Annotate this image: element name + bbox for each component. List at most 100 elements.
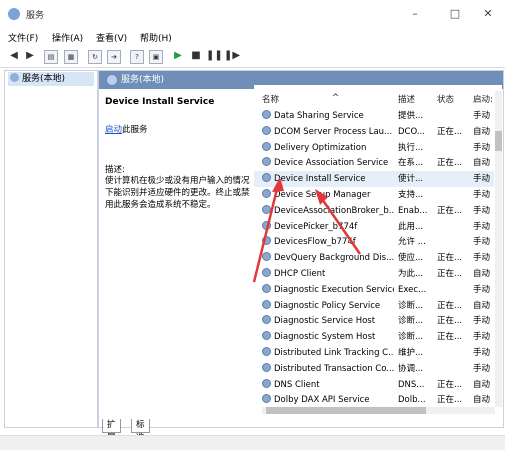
vertical-scroll-thumb[interactable]: [495, 131, 502, 151]
back-icon[interactable]: ◀: [6, 48, 22, 64]
menu-help[interactable]: 帮助(H): [140, 31, 172, 44]
service-row[interactable]: Diagnostic Service Host 诊断... 正在... 手动: [254, 313, 494, 329]
service-row[interactable]: DCOM Server Process Lau... DCO... 正在... 自动: [254, 124, 494, 140]
service-row[interactable]: Distributed Link Tracking C... 维护... 手动: [254, 345, 494, 361]
horizontal-scrollbar[interactable]: [262, 407, 495, 414]
service-row-startup: 手动: [473, 221, 491, 232]
service-row-name: DCOM Server Process Lau...: [262, 124, 394, 140]
service-details: Device Install Service 启动此服务 描述: 使计算机在极少…: [105, 97, 253, 210]
service-row-name: Diagnostic Policy Service: [262, 298, 394, 314]
service-name-text: DevicesFlow_b774f: [274, 237, 356, 248]
tree-node-services-local[interactable]: 服务(本地): [8, 72, 94, 86]
service-row-description: 在系...: [398, 158, 424, 169]
service-row[interactable]: DevicePicker_b774f 此用... 手动: [254, 219, 494, 235]
stop-service-icon[interactable]: ■: [188, 48, 204, 64]
service-row-startup: 自动: [473, 379, 491, 390]
service-row-description: Enab...: [398, 205, 428, 216]
service-gear-icon: [262, 283, 271, 293]
service-row[interactable]: DNS Client DNS... 正在... 自动: [254, 377, 494, 393]
service-row-name: Diagnostic Service Host: [262, 313, 394, 329]
service-row-startup: 手动: [473, 348, 491, 358]
tab-standard[interactable]: 标准: [131, 419, 150, 443]
column-status[interactable]: 状态: [437, 93, 454, 105]
service-gear-icon: [262, 268, 271, 277]
service-row-name: Diagnostic System Host: [262, 329, 394, 345]
service-row[interactable]: DeviceAssociationBroker_b... Enab... 正在...…: [254, 203, 494, 219]
service-gear-icon: [262, 331, 271, 341]
export-icon[interactable]: ➔: [107, 50, 121, 64]
service-row[interactable]: DevicesFlow_b774f 允许 ... 手动: [254, 234, 494, 250]
properties-icon[interactable]: ▣: [149, 50, 163, 64]
refresh-icon[interactable]: ↻: [88, 50, 102, 64]
maximize-button[interactable]: □: [445, 6, 465, 22]
service-row-description: 此用...: [398, 221, 424, 232]
service-row-description: 允许 ...: [398, 237, 426, 248]
panel-header-label: 服务(本地): [121, 75, 165, 85]
service-row-description: DCO...: [398, 126, 425, 137]
service-row[interactable]: Diagnostic System Host 诊断... 正在... 手动: [254, 329, 494, 345]
service-row-description: 使计...: [398, 174, 424, 185]
show-tree-icon[interactable]: ▤: [44, 50, 58, 64]
window-title: 服务: [26, 11, 45, 21]
service-name-text: Delivery Optimization: [274, 142, 367, 153]
service-row-name: DHCP Client: [262, 266, 394, 282]
service-gear-icon: [262, 125, 271, 135]
service-row[interactable]: Diagnostic Execution Service Exec... 手动: [254, 282, 494, 298]
menu-file[interactable]: 文件(F): [8, 31, 38, 44]
start-service-icon[interactable]: ▶: [170, 48, 186, 64]
help-icon[interactable]: ?: [130, 50, 144, 64]
service-gear-icon: [262, 204, 271, 214]
tab-extended[interactable]: 扩展: [102, 419, 121, 443]
service-row-description: 为此...: [398, 269, 424, 279]
minimize-button[interactable]: –: [405, 6, 425, 22]
service-row-startup: 手动: [473, 111, 491, 121]
service-gear-icon: [262, 236, 271, 246]
service-row-name: Delivery Optimization: [262, 140, 394, 156]
restart-service-icon[interactable]: ❚▶: [224, 48, 240, 64]
service-row-startup: 手动: [473, 174, 491, 185]
service-row[interactable]: Device Association Service 在系... 正在... 自动: [254, 155, 494, 171]
vertical-scrollbar[interactable]: [495, 91, 502, 407]
service-gear-icon: [262, 252, 271, 262]
service-row[interactable]: Device Setup Manager 支持... 手动: [254, 187, 494, 203]
service-row-status: 正在...: [437, 205, 463, 216]
service-row-name: Distributed Transaction Co...: [262, 361, 394, 377]
column-description[interactable]: 描述: [398, 93, 415, 105]
service-row-status: 正在...: [437, 395, 463, 406]
start-service-link[interactable]: 启动: [105, 125, 122, 135]
forward-icon[interactable]: ▶: [22, 48, 38, 64]
services-icon: [107, 75, 117, 85]
service-row-startup: 自动: [473, 126, 491, 137]
menu-action[interactable]: 操作(A): [52, 31, 83, 44]
service-gear-icon: [262, 220, 271, 230]
description-text: 使计算机在极少或没有用户输入的情况下能识别并适应硬件的更改。终止或禁用此服务会造…: [105, 176, 250, 210]
service-row[interactable]: Delivery Optimization 执行... 手动: [254, 140, 494, 156]
service-gear-icon: [262, 347, 271, 356]
service-name-text: Diagnostic System Host: [274, 332, 376, 343]
close-button[interactable]: ✕: [478, 6, 498, 22]
service-row[interactable]: DevQuery Background Dis... 使应... 正在... 手动: [254, 250, 494, 266]
service-gear-icon: [262, 394, 271, 404]
service-name-text: Dolby DAX API Service: [274, 395, 370, 406]
horizontal-scroll-thumb[interactable]: [266, 407, 426, 414]
details-icon[interactable]: ▦: [64, 50, 78, 64]
service-gear-icon: [262, 362, 271, 372]
service-row-description: 诊断...: [398, 316, 424, 327]
service-row[interactable]: Distributed Transaction Co... 协调... 手动: [254, 361, 494, 377]
column-startup-type[interactable]: 启动:: [473, 93, 493, 105]
pause-service-icon[interactable]: ❚❚: [206, 48, 223, 64]
service-row[interactable]: Device Install Service 使计... 手动: [254, 171, 494, 188]
service-row-name: DevicePicker_b774f: [262, 219, 394, 235]
menu-view[interactable]: 查看(V): [96, 31, 127, 44]
service-row-status: 正在...: [437, 126, 463, 137]
service-row[interactable]: Diagnostic Policy Service 诊断... 正在... 自动: [254, 298, 494, 314]
service-row-description: 使应...: [398, 253, 424, 264]
service-row-startup: 自动: [473, 269, 491, 279]
service-row-status: 正在...: [437, 332, 463, 343]
service-gear-icon: [262, 157, 271, 167]
service-row[interactable]: Dolby DAX API Service Dolb... 正在... 自动: [254, 392, 494, 408]
service-row[interactable]: DHCP Client 为此... 正在... 自动: [254, 266, 494, 282]
service-row[interactable]: Data Sharing Service 提供... 手动: [254, 108, 494, 124]
service-row-status: 正在...: [437, 269, 463, 279]
column-name[interactable]: 名称: [262, 93, 279, 105]
